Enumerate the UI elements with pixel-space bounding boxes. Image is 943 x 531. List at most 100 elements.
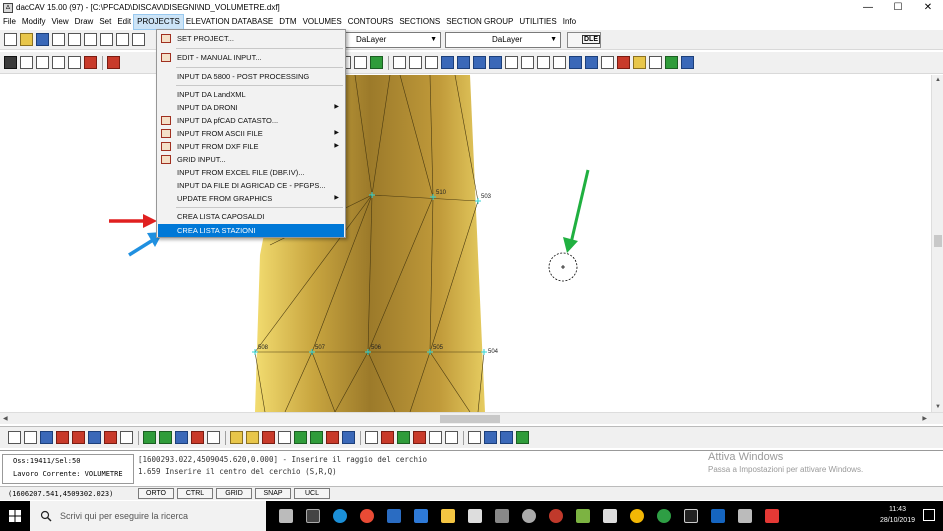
app-icon[interactable] — [549, 509, 563, 523]
skype-icon[interactable] — [333, 509, 347, 523]
app-icon[interactable] — [765, 509, 779, 523]
arc-tool-icon[interactable] — [489, 56, 502, 69]
menu-view[interactable]: View — [48, 15, 71, 29]
menu-item-input-ascii[interactable]: INPUT FROM ASCII FILE ▶ — [158, 127, 344, 140]
tool-icon[interactable] — [429, 431, 442, 444]
scroll-left-icon[interactable]: ◀ — [3, 415, 8, 422]
menu-item-input-excel[interactable]: INPUT FROM EXCEL FILE (DBF.IV)... — [158, 166, 344, 179]
menu-item-crea-lista-caposaldi[interactable]: CREA LISTA CAPOSALDI — [158, 210, 344, 223]
menu-draw[interactable]: Draw — [72, 15, 97, 29]
tool-icon[interactable] — [342, 431, 355, 444]
line-tool-icon[interactable] — [393, 56, 406, 69]
app-icon[interactable] — [522, 509, 536, 523]
tool-icon[interactable] — [104, 431, 117, 444]
tool-icon[interactable] — [8, 431, 21, 444]
tool-icon[interactable] — [445, 431, 458, 444]
outlook-icon[interactable] — [387, 509, 401, 523]
tool-icon[interactable] — [381, 431, 394, 444]
system-clock[interactable]: 11:43 28/10/2019 — [880, 504, 915, 526]
tool-icon[interactable] — [397, 431, 410, 444]
spline-tool-icon[interactable] — [521, 56, 534, 69]
zoom-extents-icon[interactable] — [116, 33, 129, 46]
layer-lock-icon[interactable] — [68, 56, 81, 69]
tool-icon[interactable] — [262, 431, 275, 444]
tool-icon[interactable] — [24, 431, 37, 444]
app-icon[interactable] — [603, 509, 617, 523]
menu-info[interactable]: Info — [560, 15, 579, 29]
start-button[interactable] — [0, 501, 30, 531]
osnap-tool-icon[interactable] — [354, 56, 367, 69]
tool-icon[interactable] — [56, 431, 69, 444]
tool-icon[interactable] — [413, 431, 426, 444]
menu-modify[interactable]: Modify — [19, 15, 49, 29]
move-tool-icon[interactable] — [370, 56, 383, 69]
tool-icon[interactable] — [88, 431, 101, 444]
menu-dtm[interactable]: DTM — [276, 15, 299, 29]
close-button[interactable]: ✕ — [913, 0, 943, 15]
tool-icon[interactable] — [484, 431, 497, 444]
file-explorer-icon[interactable] — [441, 509, 455, 523]
app-icon[interactable] — [684, 509, 698, 523]
dimension-tool-icon[interactable] — [601, 56, 614, 69]
menu-item-grid-input[interactable]: GRID INPUT... — [158, 153, 344, 166]
scroll-right-icon[interactable]: ▶ — [922, 415, 927, 422]
menu-elevation-database[interactable]: ELEVATION DATABASE — [183, 15, 276, 29]
menu-item-input-catasto[interactable]: INPUT DA pfCAD CATASTO... — [158, 114, 344, 127]
menu-sections[interactable]: SECTIONS — [396, 15, 443, 29]
save-icon[interactable] — [36, 33, 49, 46]
layer-off-icon[interactable] — [36, 56, 49, 69]
store-icon[interactable] — [468, 509, 482, 523]
edge-icon[interactable] — [414, 509, 428, 523]
ucl-toggle[interactable]: UCL — [294, 488, 330, 499]
menu-item-set-project[interactable]: SET PROJECT... — [158, 32, 344, 45]
menu-edit[interactable]: Edit — [114, 15, 134, 29]
revcloud-tool-icon[interactable] — [553, 56, 566, 69]
insert-tool-icon[interactable] — [649, 56, 662, 69]
tool-icon[interactable] — [230, 431, 243, 444]
polyline-tool-icon[interactable] — [425, 56, 438, 69]
block-tool-icon[interactable] — [633, 56, 646, 69]
tool-icon[interactable] — [500, 431, 513, 444]
app-icon[interactable] — [711, 509, 725, 523]
tool-icon[interactable] — [40, 431, 53, 444]
ortho-toggle[interactable]: ORTO — [138, 488, 174, 499]
tool-icon[interactable] — [468, 431, 481, 444]
app-icon[interactable] — [630, 509, 644, 523]
mtext-tool-icon[interactable] — [585, 56, 598, 69]
chrome-icon[interactable] — [360, 509, 374, 523]
horizontal-scrollbar[interactable]: ◀ ▶ — [0, 412, 943, 424]
image-tool-icon[interactable] — [665, 56, 678, 69]
circle-tool-icon[interactable] — [441, 56, 454, 69]
ellipse-tool-icon[interactable] — [473, 56, 486, 69]
tool-icon[interactable] — [175, 431, 188, 444]
layer-tool-icon[interactable] — [4, 56, 17, 69]
layer-props-icon[interactable] — [20, 56, 33, 69]
menu-item-input-5800[interactable]: INPUT DA 5800 - POST PROCESSING — [158, 70, 344, 83]
menu-contours[interactable]: CONTOURS — [345, 15, 397, 29]
tool-icon[interactable] — [159, 431, 172, 444]
app-icon[interactable] — [657, 509, 671, 523]
layer-select[interactable]: DaLayer ▼ — [345, 32, 441, 48]
hatch-tool-icon[interactable] — [617, 56, 630, 69]
zoom-in-icon[interactable] — [68, 33, 81, 46]
notification-icon[interactable] — [923, 509, 935, 521]
tool-icon[interactable] — [72, 431, 85, 444]
app-icon[interactable] — [495, 509, 509, 523]
horizontal-scroll-thumb[interactable] — [440, 415, 500, 423]
scroll-up-icon[interactable]: ▲ — [935, 77, 941, 83]
layer-match-icon[interactable] — [84, 56, 97, 69]
drawing-canvas[interactable]: 510 503 508 507 506 505 504 — [0, 75, 931, 412]
text-tool-icon[interactable] — [569, 56, 582, 69]
menu-item-edit-manual-input[interactable]: EDIT - MANUAL INPUT... — [158, 51, 344, 64]
discav-icon[interactable] — [738, 509, 752, 523]
layer-freeze-icon[interactable] — [52, 56, 65, 69]
snap-toggle[interactable]: SNAP — [255, 488, 291, 499]
tool-icon[interactable] — [278, 431, 291, 444]
vertical-scrollbar[interactable]: ▲ ▼ — [931, 75, 943, 412]
menu-file[interactable]: File — [0, 15, 19, 29]
zoom-previous-icon[interactable] — [132, 33, 145, 46]
tool-icon[interactable] — [246, 431, 259, 444]
tool-icon[interactable] — [191, 431, 204, 444]
menu-item-crea-lista-stazioni[interactable]: CREA LISTA STAZIONI — [158, 224, 344, 237]
zoom-window-icon[interactable] — [100, 33, 113, 46]
